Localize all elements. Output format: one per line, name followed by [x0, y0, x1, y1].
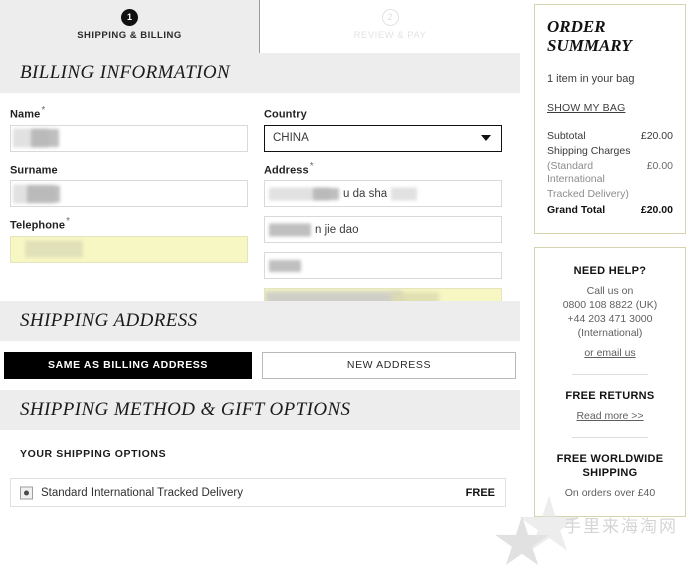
order-summary-title: ORDER SUMMARY — [547, 17, 632, 55]
telephone-label: Telephone* — [10, 216, 248, 232]
address-line-1-input[interactable]: u da sha — [264, 180, 502, 208]
country-label: Country — [264, 105, 502, 121]
billing-information-title: BILLING INFORMATION — [20, 62, 231, 83]
address-label-text: Address — [264, 164, 309, 177]
telephone-input[interactable] — [10, 235, 248, 263]
summary-row-grand-total: Grand Total £20.00 — [547, 204, 673, 217]
summary-row-shipping-method-1: (Standard International £0.00 — [547, 160, 673, 186]
name-required-mark: * — [41, 105, 46, 116]
chevron-down-icon — [481, 135, 491, 142]
shipping-charges-label: Shipping Charges — [547, 145, 631, 157]
free-shipping-note: On orders over £40 — [564, 487, 656, 499]
surname-label: Surname — [10, 161, 248, 177]
help-panel: NEED HELP? Call us on 0800 108 8822 (UK)… — [534, 247, 686, 517]
country-label-text: Country — [264, 108, 307, 121]
shipping-method-note-line2: Tracked Delivery) — [547, 188, 629, 200]
show-my-bag-link[interactable]: SHOW MY BAG — [547, 102, 625, 114]
subtotal-label: Subtotal — [547, 130, 586, 142]
shipping-address-title: SHIPPING ADDRESS — [20, 310, 198, 331]
address-line-3-input[interactable] — [264, 252, 502, 280]
same-as-billing-address-button[interactable]: SAME AS BILLING ADDRESS — [4, 352, 252, 379]
checkout-step-bar: 1 SHIPPING & BILLING 2 REVIEW & PAY — [0, 0, 520, 53]
main-column: 1 SHIPPING & BILLING 2 REVIEW & PAY BILL… — [0, 0, 520, 572]
shipping-method-amount: £0.00 — [646, 160, 673, 172]
phone-international-note: (International) — [577, 327, 643, 339]
shipping-address-buttons: SAME AS BILLING ADDRESS NEW ADDRESS — [0, 341, 520, 390]
name-redaction-blob-2 — [31, 129, 59, 148]
subtotal-amount: £20.00 — [640, 130, 673, 142]
country-select-value: CHINA — [273, 132, 309, 145]
step-review-pay[interactable]: 2 REVIEW & PAY — [260, 9, 520, 41]
phone-international: +44 203 471 3000 — [567, 313, 653, 325]
grand-total-label: Grand Total — [547, 204, 606, 216]
summary-row-shipping-charges: Shipping Charges — [547, 145, 673, 158]
name-label-text: Name — [10, 108, 41, 121]
email-us-link[interactable]: or email us — [545, 346, 675, 360]
shipping-method-header: SHIPPING METHOD & GIFT OPTIONS — [0, 390, 520, 430]
step-1-label: SHIPPING & BILLING — [77, 30, 182, 41]
step-2-label: REVIEW & PAY — [353, 30, 427, 41]
billing-form-left-column: Name* Surname Telephone* — [10, 105, 248, 272]
surname-input[interactable] — [10, 180, 248, 208]
radio-button-icon[interactable] — [20, 486, 33, 499]
address-line-1-value: u da sha — [343, 187, 388, 200]
country-select[interactable]: CHINA — [264, 124, 502, 152]
free-shipping-block: FREE WORLDWIDE SHIPPING On orders over £… — [545, 452, 675, 500]
address-2-redaction-blob-1 — [269, 223, 311, 237]
free-returns-block: FREE RETURNS Read more >> — [545, 389, 675, 423]
surname-label-text: Surname — [10, 164, 58, 177]
telephone-required-mark: * — [66, 216, 71, 228]
billing-form: Name* Surname Telephone* Country CHINA A… — [0, 93, 520, 316]
name-input[interactable] — [10, 124, 248, 152]
radio-button-selected-dot — [24, 490, 29, 495]
address-1-redaction-blob-3 — [391, 187, 417, 201]
new-address-button[interactable]: NEW ADDRESS — [262, 352, 516, 379]
summary-row-subtotal: Subtotal £20.00 — [547, 130, 673, 143]
shipping-option-label: Standard International Tracked Delivery — [41, 486, 243, 499]
free-worldwide-shipping-title: FREE WORLDWIDE SHIPPING — [556, 453, 664, 479]
shipping-address-header: SHIPPING ADDRESS — [0, 301, 520, 341]
step-shipping-billing[interactable]: 1 SHIPPING & BILLING — [0, 9, 259, 41]
shipping-method-title: SHIPPING METHOD & GIFT OPTIONS — [20, 399, 351, 420]
shipping-method-note-line1: (Standard International — [547, 160, 605, 185]
address-line-2-value: n jie dao — [315, 223, 359, 236]
shipping-method-section: YOUR SHIPPING OPTIONS Standard Internati… — [0, 430, 520, 515]
help-divider-1 — [572, 374, 648, 375]
telephone-redaction-blob — [25, 240, 83, 258]
billing-form-right-column: Country CHINA Address* u da sha n jie da… — [264, 105, 502, 324]
sidebar: ORDER SUMMARY 1 item in your bag SHOW MY… — [534, 4, 686, 517]
checkout-page: 1 SHIPPING & BILLING 2 REVIEW & PAY BILL… — [0, 0, 690, 572]
summary-row-shipping-method-2: Tracked Delivery) — [547, 188, 673, 201]
phone-uk: 0800 108 8822 (UK) — [562, 299, 658, 311]
step-2-number: 2 — [381, 9, 399, 26]
surname-redaction-blob-2 — [27, 185, 60, 203]
bag-item-count: 1 item in your bag — [547, 73, 635, 85]
help-divider-2 — [572, 437, 648, 438]
address-1-redaction-blob-2 — [313, 187, 339, 200]
address-required-mark: * — [309, 160, 314, 172]
billing-information-header: BILLING INFORMATION — [0, 53, 520, 93]
need-help-title: NEED HELP? — [573, 265, 647, 277]
your-shipping-options-heading: YOUR SHIPPING OPTIONS — [20, 448, 167, 460]
shipping-option-price: FREE — [465, 486, 495, 499]
telephone-label-text: Telephone — [10, 219, 66, 232]
call-us-text: Call us on — [586, 285, 634, 297]
need-help-block: NEED HELP? Call us on 0800 108 8822 (UK)… — [545, 264, 675, 360]
step-1-number: 1 — [121, 9, 138, 26]
free-returns-read-more-link[interactable]: Read more >> — [545, 409, 675, 423]
address-label: Address* — [264, 161, 502, 177]
address-3-redaction-blob — [269, 259, 301, 272]
order-summary-panel: ORDER SUMMARY 1 item in your bag SHOW MY… — [534, 4, 686, 234]
shipping-option-row[interactable]: Standard International Tracked Delivery … — [10, 478, 506, 507]
free-returns-title: FREE RETURNS — [565, 390, 655, 402]
address-line-2-input[interactable]: n jie dao — [264, 216, 502, 244]
name-label: Name* — [10, 105, 248, 121]
grand-total-amount: £20.00 — [640, 204, 673, 216]
